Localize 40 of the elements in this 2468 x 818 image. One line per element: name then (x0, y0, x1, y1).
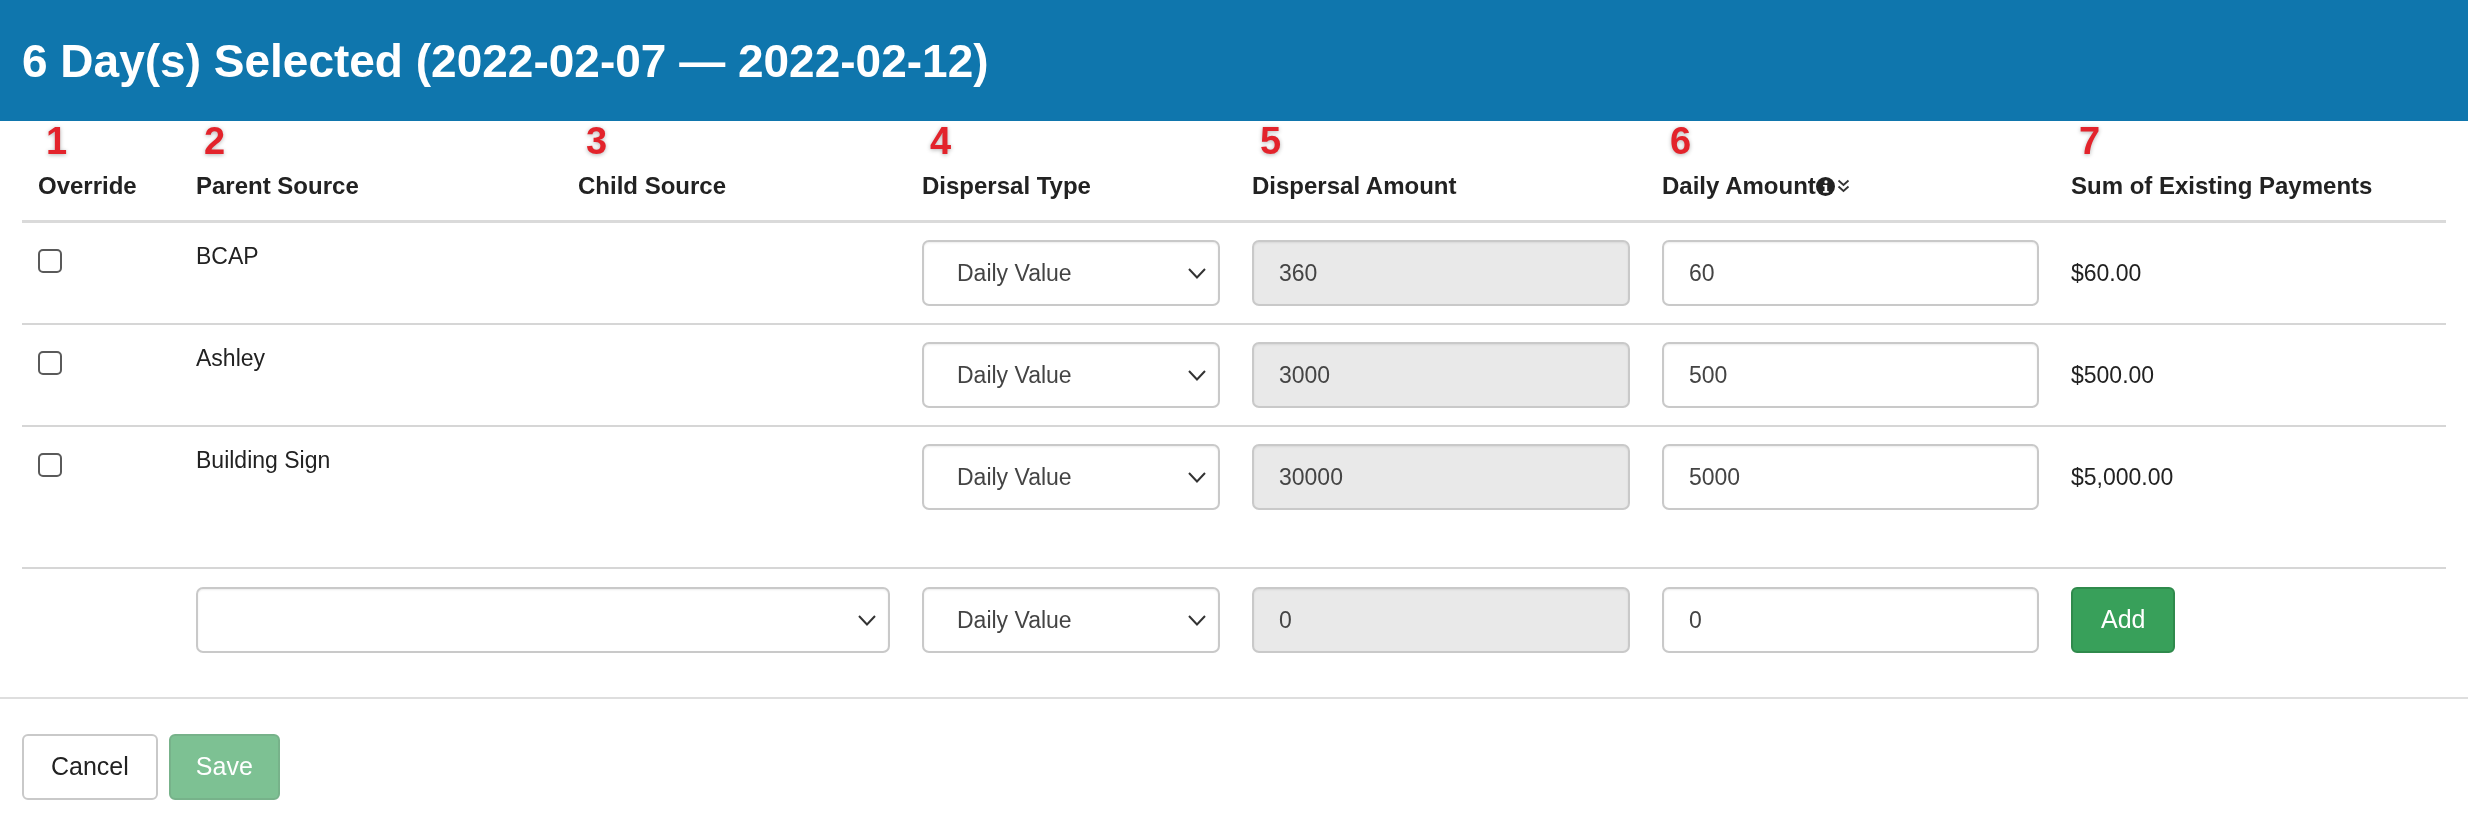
number-marker: 1 (46, 124, 68, 158)
chevron-down-icon (858, 614, 876, 626)
number-marker: 7 (2079, 124, 2101, 158)
column-header: Override (38, 172, 137, 200)
double-chevron-down-icon[interactable] (1836, 179, 1850, 193)
column-header: Dispersal Amount (1252, 172, 1457, 200)
column-header: Sum of Existing Payments (2071, 172, 2373, 200)
chevron-down-icon (1188, 267, 1206, 279)
cancel-button[interactable]: Cancel (22, 734, 158, 800)
payment-sum: $5,000.00 (2071, 462, 2174, 492)
checkbox[interactable] (38, 351, 62, 375)
daily-amount-field[interactable]: 500 (1662, 342, 2039, 408)
daily-amount-field[interactable]: 60 (1662, 240, 2039, 306)
info-icon (1815, 176, 1835, 196)
source-name: BCAP (196, 242, 259, 270)
dialog-title: 6 Day(s) Selected (2022-02-07 — 2022-02-12) (22, 33, 989, 88)
checkbox[interactable] (38, 249, 62, 273)
column-header: Child Source (578, 172, 727, 200)
dispersal-type-select[interactable]: Daily Value (922, 587, 1220, 653)
column-header: Daily Amount (1662, 172, 1816, 200)
dispersal-type-select[interactable]: Daily Value (922, 240, 1220, 306)
number-marker: 3 (586, 124, 608, 158)
dispersal-type-select[interactable]: Daily Value (922, 342, 1220, 408)
daily-amount-field[interactable]: 5000 (1662, 444, 2039, 510)
dispersal-type-select[interactable]: Daily Value (922, 444, 1220, 510)
number-marker: 5 (1260, 124, 1282, 158)
chevron-down-icon (1188, 614, 1206, 626)
chevron-down-icon (1188, 369, 1206, 381)
column-header: Parent Source (196, 172, 359, 200)
source-name: Ashley (196, 344, 266, 372)
number-marker: 2 (204, 124, 226, 158)
column-header: Dispersal Type (922, 172, 1091, 200)
payment-sum: $60.00 (2071, 258, 2142, 288)
daily-amount-field[interactable]: 0 (1662, 587, 2039, 653)
number-marker: 6 (1670, 124, 1692, 158)
source-name: Building Sign (196, 446, 331, 474)
chevron-down-icon (1188, 471, 1206, 483)
payment-sum: $500.00 (2071, 360, 2155, 390)
checkbox[interactable] (38, 453, 62, 477)
number-marker: 4 (930, 124, 952, 158)
